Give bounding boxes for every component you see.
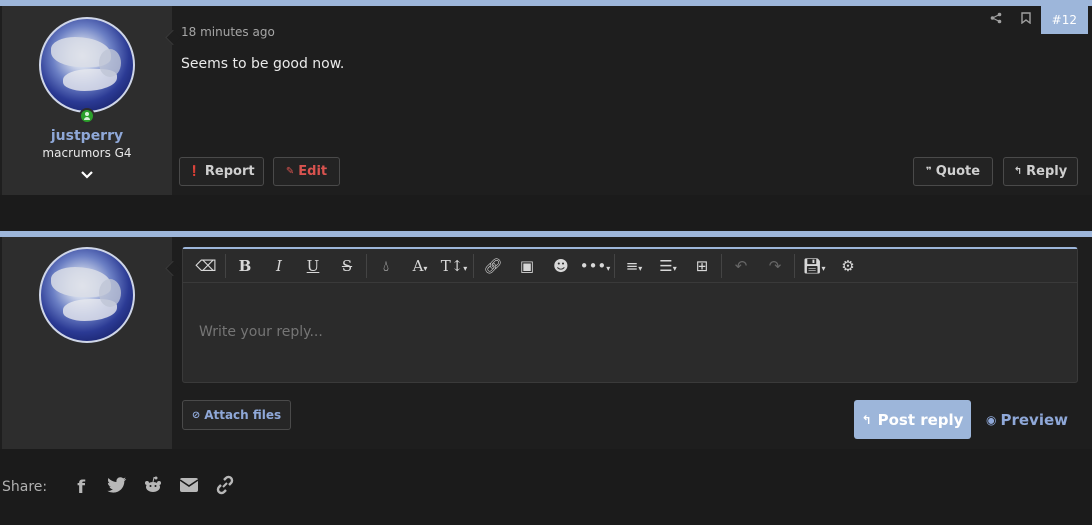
image-icon[interactable]: ▣ xyxy=(510,257,544,275)
link-icon[interactable]: 🔗︎ xyxy=(476,257,510,275)
twitter-icon[interactable] xyxy=(99,476,135,498)
username[interactable]: justperry xyxy=(2,128,172,144)
post-reply-button[interactable]: ↰ Post reply xyxy=(854,400,971,439)
text-color-icon[interactable]: 💧︎ xyxy=(369,257,403,275)
paperclip-icon: ⊘ xyxy=(191,409,201,421)
editor-toolbar: ⌫ B I U S 💧︎ A▾ T↕▾ 🔗︎ ▣ ☻ •••▾ ≡▾ ☰▾ ⊞ … xyxy=(183,249,1077,283)
eye-icon: ◉ xyxy=(986,413,997,427)
report-icon: ❗ xyxy=(188,166,201,177)
bookmark-icon[interactable] xyxy=(1011,12,1041,28)
preview-label: Preview xyxy=(1000,411,1068,429)
smilie-icon[interactable]: ☻ xyxy=(544,257,578,275)
reddit-icon[interactable] xyxy=(135,476,171,499)
underline-icon[interactable]: U xyxy=(296,257,330,275)
report-label: Report xyxy=(204,164,255,179)
edit-button[interactable]: ✎ Edit xyxy=(273,157,340,186)
bold-icon[interactable]: B xyxy=(228,257,262,275)
post-timestamp[interactable]: 18 minutes ago xyxy=(181,25,275,39)
drafts-icon[interactable]: 💾︎▾ xyxy=(797,257,831,275)
reply-editor: ⌫ B I U S 💧︎ A▾ T↕▾ 🔗︎ ▣ ☻ •••▾ ≡▾ ☰▾ ⊞ … xyxy=(182,247,1078,383)
undo-icon[interactable]: ↶ xyxy=(724,257,758,275)
reply-icon: ↰ xyxy=(1013,166,1023,177)
post: justperry macrumors G4 18 minutes ago #1… xyxy=(0,0,1092,195)
post-number[interactable]: #12 xyxy=(1040,6,1088,34)
redo-icon[interactable]: ↷ xyxy=(758,257,792,275)
quote-label: Quote xyxy=(935,164,981,179)
post-reply-label: Post reply xyxy=(877,410,964,429)
font-family-icon[interactable]: A▾ xyxy=(403,257,437,275)
user-title: macrumors G4 xyxy=(42,146,132,160)
reply-form: ⌫ B I U S 💧︎ A▾ T↕▾ 🔗︎ ▣ ☻ •••▾ ≡▾ ☰▾ ⊞ … xyxy=(0,231,1092,449)
avatar[interactable] xyxy=(39,17,135,113)
preview-button[interactable]: ◉ Preview xyxy=(986,411,1068,429)
email-icon[interactable] xyxy=(171,477,207,498)
eraser-icon[interactable]: ⌫ xyxy=(189,257,223,275)
share-label: Share: xyxy=(2,479,48,495)
attach-files-label: Attach files xyxy=(204,408,282,422)
italic-icon[interactable]: I xyxy=(262,257,296,275)
list-icon[interactable]: ☰▾ xyxy=(651,257,685,275)
facebook-icon[interactable]: f xyxy=(63,477,99,498)
quote-icon: ❞ xyxy=(925,166,932,177)
strikethrough-icon[interactable]: S xyxy=(330,257,364,275)
pencil-icon: ✎ xyxy=(285,166,295,177)
chevron-down-icon[interactable] xyxy=(79,168,95,184)
share-bar: Share: f xyxy=(2,475,243,499)
quote-button[interactable]: ❞ Quote xyxy=(913,157,993,186)
settings-icon[interactable]: ⚙ xyxy=(831,257,865,275)
share-icon[interactable] xyxy=(981,12,1011,28)
more-icon[interactable]: •••▾ xyxy=(578,257,612,275)
report-button[interactable]: ❗ Report xyxy=(179,157,264,186)
online-status-icon xyxy=(79,108,95,124)
reply-input[interactable] xyxy=(183,283,1077,381)
post-message: Seems to be good now. xyxy=(181,56,345,72)
font-size-icon[interactable]: T↕▾ xyxy=(437,257,471,275)
reply-icon: ↰ xyxy=(861,412,872,427)
link-icon[interactable] xyxy=(207,475,243,500)
post-top-actions: #12 xyxy=(981,6,1088,34)
reply-label: Reply xyxy=(1026,164,1068,179)
reply-button[interactable]: ↰ Reply xyxy=(1003,157,1078,186)
user-column xyxy=(2,237,172,449)
edit-label: Edit xyxy=(298,164,328,179)
user-column: justperry macrumors G4 xyxy=(2,6,172,195)
attach-files-button[interactable]: ⊘ Attach files xyxy=(182,400,291,430)
table-icon[interactable]: ⊞ xyxy=(685,257,719,275)
align-icon[interactable]: ≡▾ xyxy=(617,257,651,275)
avatar xyxy=(39,247,135,343)
